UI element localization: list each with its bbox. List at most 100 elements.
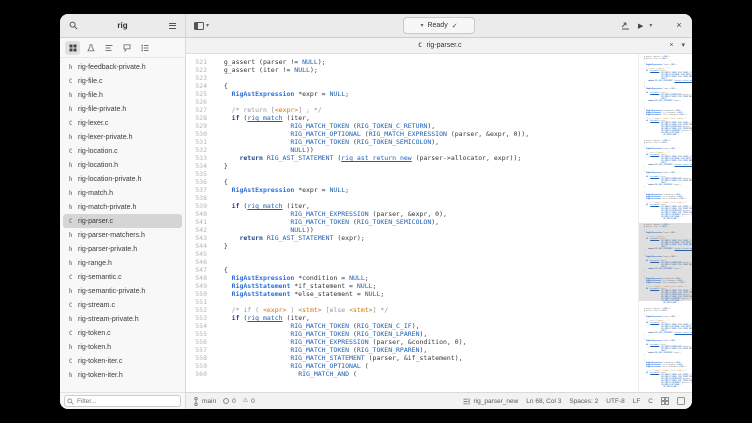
file-item[interactable]: hrig-feedback-private.h [63,60,182,74]
code-line[interactable]: } [216,162,638,170]
utilities-panel-toggle[interactable] [677,397,685,405]
build-button[interactable] [618,19,632,33]
panel-toggle-button[interactable] [192,19,206,33]
code-line[interactable] [216,250,638,258]
code-line[interactable]: RIG_MATCH_TOKEN (RIG_TOKEN_C_RETURN), [216,122,638,130]
code-line[interactable]: /* return [<expr>] ; */ [216,106,638,114]
file-name: rig-token-iter.h [78,372,123,379]
code-line[interactable]: RIG_MATCH_OPTIONAL (RIG_MATCH_EXPRESSION… [216,130,638,138]
encoding-indicator[interactable]: UTF-8 [606,398,624,405]
line-number: 541 [186,218,207,226]
file-item[interactable]: hrig-token.h [63,340,182,354]
code-line[interactable]: g_assert (parser != NULL); [216,58,638,66]
code-line[interactable]: g_assert (iter != NULL); [216,66,638,74]
file-item[interactable]: Crig-stream.c [63,298,182,312]
project-title[interactable]: rig [80,21,165,30]
filter-input[interactable] [64,395,181,407]
cursor-position[interactable]: Ln 68, Col 3 [526,398,561,405]
symbol-indicator[interactable]: rig_parser_new [463,398,518,405]
code-line[interactable]: return RIG_AST_STATEMENT (expr); [216,234,638,242]
code-line[interactable]: NULL)) [216,226,638,234]
code-line[interactable]: /* if ( <expr> ) <stmt> [else <stmt>] */ [216,306,638,314]
code-line[interactable]: return RIG_AST_STATEMENT (rig_ast_return… [216,154,638,162]
language-indicator[interactable]: C [648,398,653,405]
code-line[interactable]: RigAstStatement *if_statement = NULL; [216,282,638,290]
build-status-button[interactable]: ▾ Ready ✓ [403,17,475,34]
code-line[interactable]: RIG_MATCH_OPTIONAL ( [216,362,638,370]
code-line[interactable]: RIG_MATCH_AND ( [216,370,638,378]
code-line[interactable]: RIG_MATCH_TOKEN (RIG_TOKEN_C_IF), [216,322,638,330]
code-line[interactable]: RIG_MATCH_STATEMENT (parser, &if_stateme… [216,354,638,362]
file-item[interactable]: hrig-stream-private.h [63,312,182,326]
code-line[interactable]: { [216,266,638,274]
file-item[interactable]: Crig-semantic.c [63,270,182,284]
file-item[interactable]: Crig-parser.c [63,214,182,228]
code-line[interactable] [216,98,638,106]
file-item[interactable]: Crig-token-iter.c [63,354,182,368]
code-line[interactable] [216,74,638,82]
panel-tab-tests[interactable] [83,41,98,55]
minimap-viewport[interactable] [639,223,692,301]
code-line[interactable]: if (rig_match (iter, [216,114,638,122]
code-line[interactable]: RigAstExpression *condition = NULL; [216,274,638,282]
run-button[interactable]: ▶ [638,22,643,30]
tab-label: rig-parser.c [426,42,461,49]
tab-rig-parser[interactable]: C rig-parser.c [186,42,692,49]
bottom-panel-toggle[interactable] [661,397,669,405]
window-close-button[interactable]: × [671,17,687,33]
file-item[interactable]: hrig-range.h [63,256,182,270]
panel-caret-icon[interactable]: ▾ [206,23,209,29]
search-button[interactable] [66,19,80,33]
code-line[interactable]: RigAstExpression *expr = NULL; [216,90,638,98]
code-line[interactable] [216,258,638,266]
run-menu-caret-icon[interactable]: ▾ [649,23,652,29]
file-item[interactable]: hrig-file-private.h [63,102,182,116]
file-item[interactable]: Crig-file.c [63,74,182,88]
line-ending-indicator[interactable]: LF [633,398,641,405]
code-line[interactable] [216,298,638,306]
code-line[interactable]: RigAstExpression *expr = NULL; [216,186,638,194]
code-line[interactable]: RIG_MATCH_EXPRESSION (parser, &condition… [216,338,638,346]
code-line[interactable]: if (rig_match (iter, [216,314,638,322]
code-pane[interactable]: g_assert (parser != NULL); g_assert (ite… [210,54,638,392]
code-line[interactable]: RIG_MATCH_EXPRESSION (parser, &expr, 0), [216,210,638,218]
code-line[interactable]: RIG_MATCH_TOKEN (RIG_TOKEN_RPAREN), [216,346,638,354]
file-item[interactable]: hrig-lexer-private.h [63,130,182,144]
code-line[interactable] [216,194,638,202]
error-counter[interactable]: 0 [223,398,236,405]
code-line[interactable]: RigAstStatement *else_statement = NULL; [216,290,638,298]
code-line[interactable]: RIG_MATCH_TOKEN (RIG_TOKEN_SEMICOLON), [216,218,638,226]
code-line[interactable] [216,170,638,178]
file-item[interactable]: hrig-semantic-private.h [63,284,182,298]
file-name: rig-semantic-private.h [78,288,145,295]
code-line[interactable]: if (rig_match (iter, [216,202,638,210]
code-line[interactable]: } [216,242,638,250]
code-line[interactable]: NULL)) [216,146,638,154]
file-item[interactable]: hrig-parser-private.h [63,242,182,256]
panel-tab-project-tree[interactable] [65,41,80,55]
code-line[interactable]: { [216,82,638,90]
indentation-mode[interactable]: Spaces: 2 [569,398,598,405]
code-line[interactable]: RIG_MATCH_TOKEN (RIG_TOKEN_LPAREN), [216,330,638,338]
panel-tab-chat[interactable] [119,41,134,55]
file-item[interactable]: Crig-lexer.c [63,116,182,130]
menu-button[interactable] [165,19,179,33]
file-item[interactable]: hrig-match-private.h [63,200,182,214]
code-line[interactable]: { [216,178,638,186]
file-item[interactable]: hrig-file.h [63,88,182,102]
minimap[interactable]: g_assert (parser != NULL); g_assert (ite… [638,54,692,392]
tab-list-caret-icon[interactable]: ▾ [681,42,685,49]
file-item[interactable]: Crig-token.c [63,326,182,340]
file-item[interactable]: hrig-location.h [63,158,182,172]
tab-close-button[interactable]: × [669,42,673,49]
panel-tab-todo[interactable] [137,41,152,55]
warning-counter[interactable]: ⚠ 0 [243,398,255,405]
code-line[interactable]: RIG_MATCH_TOKEN (RIG_TOKEN_SEMICOLON), [216,138,638,146]
file-item[interactable]: hrig-match.h [63,186,182,200]
file-item[interactable]: hrig-parser-matchers.h [63,228,182,242]
file-item[interactable]: Crig-location.c [63,144,182,158]
file-item[interactable]: hrig-token-iter.h [63,368,182,382]
branch-indicator[interactable]: main [193,397,216,406]
file-item[interactable]: hrig-location-private.h [63,172,182,186]
panel-tab-symbols[interactable] [101,41,116,55]
